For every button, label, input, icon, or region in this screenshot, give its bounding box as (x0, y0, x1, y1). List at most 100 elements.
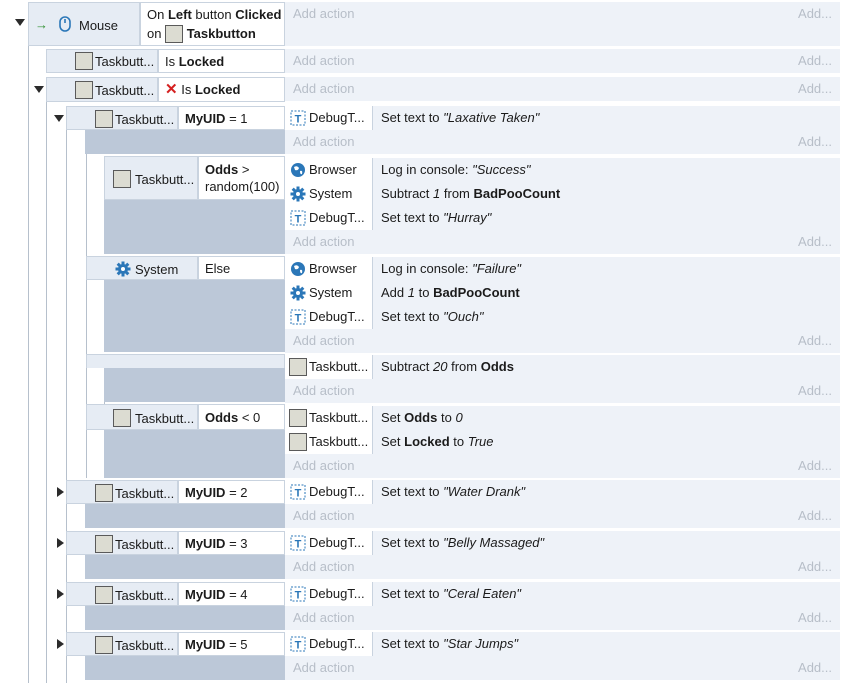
action-text[interactable]: Set text to "Belly Massaged" (381, 535, 544, 550)
action-object[interactable]: T DebugT... (285, 480, 373, 504)
expand-arrow[interactable] (54, 537, 66, 549)
event-blank[interactable]: Taskbutt... Subtract 20 from Odds Add ac… (86, 354, 840, 403)
condition-text[interactable]: MyUID = 4 (178, 582, 285, 606)
event-myuid-4[interactable]: Taskbutt... MyUID = 4 T DebugT... Set te… (66, 582, 840, 630)
event-is-not-locked[interactable]: Taskbutt... ✕ Is Locked Add action Add... (46, 77, 840, 102)
action-row[interactable]: System Add 1 to BadPooCount (285, 281, 840, 305)
action-object[interactable]: T DebugT... (285, 531, 373, 555)
condition-object[interactable]: System (86, 256, 198, 280)
add-action-row[interactable]: Add action Add... (285, 379, 840, 403)
condition-text[interactable]: Odds < 0 (198, 404, 285, 430)
action-row[interactable]: T DebugT... Set text to "Laxative Taken" (285, 106, 840, 130)
condition-object[interactable] (86, 354, 285, 368)
action-text[interactable]: Log in console: "Failure" (381, 261, 521, 276)
condition-object[interactable]: Taskbutt... (66, 582, 178, 606)
add-action-row[interactable]: Add action Add... (285, 329, 840, 353)
add-action-row[interactable]: Add action Add... (285, 49, 840, 73)
action-object[interactable]: Browser (285, 257, 373, 281)
add-action-more[interactable]: Add... (798, 6, 832, 21)
condition-text[interactable]: Odds > random(100) (198, 156, 285, 200)
add-action-link[interactable]: Add action (293, 134, 354, 149)
action-text[interactable]: Set text to "Star Jumps" (381, 636, 518, 651)
action-text[interactable]: Set text to "Ouch" (381, 309, 483, 324)
action-text[interactable]: Set text to "Water Drank" (381, 484, 525, 499)
action-text[interactable]: Log in console: "Success" (381, 162, 530, 177)
action-row[interactable]: Taskbutt... Set Odds to 0 (285, 406, 840, 430)
add-action-link[interactable]: Add action (293, 81, 354, 96)
event-is-locked[interactable]: Taskbutt... Is Locked Add action Add... (46, 49, 840, 73)
event-odds-greater-random[interactable]: Taskbutt... Odds > random(100) Browser L… (104, 156, 840, 254)
event-myuid-2[interactable]: Taskbutt... MyUID = 2 T DebugT... Set te… (66, 480, 840, 528)
action-row[interactable]: System Subtract 1 from BadPooCount (285, 182, 840, 206)
action-row[interactable]: Taskbutt... Set Locked to True (285, 430, 840, 454)
add-action-link[interactable]: Add action (293, 508, 354, 523)
action-object[interactable]: Taskbutt... (285, 406, 373, 430)
add-action-row[interactable]: Add action Add... (285, 2, 840, 26)
condition-object[interactable]: Taskbutt... (66, 531, 178, 555)
add-action-more[interactable]: Add... (798, 610, 832, 625)
collapse-arrow[interactable] (14, 16, 26, 28)
action-text[interactable]: Set text to "Hurray" (381, 210, 491, 225)
condition-text[interactable]: MyUID = 2 (178, 480, 285, 504)
add-action-more[interactable]: Add... (798, 660, 832, 675)
add-action-link[interactable]: Add action (293, 234, 354, 249)
event-else[interactable]: System Else Browser Log in console: "Fai… (86, 256, 840, 353)
condition-text[interactable]: MyUID = 5 (178, 632, 285, 656)
add-action-link[interactable]: Add action (293, 458, 354, 473)
collapse-arrow[interactable] (53, 112, 65, 124)
add-action-link[interactable]: Add action (293, 53, 354, 68)
condition-text[interactable]: MyUID = 1 (178, 106, 285, 130)
expand-arrow[interactable] (54, 486, 66, 498)
condition-text[interactable]: Else (198, 256, 285, 280)
add-action-more[interactable]: Add... (798, 53, 832, 68)
condition-object[interactable]: Taskbutt... (46, 77, 158, 102)
action-object[interactable]: T DebugT... (285, 632, 373, 656)
event-myuid-3[interactable]: Taskbutt... MyUID = 3 T DebugT... Set te… (66, 531, 840, 579)
condition-text[interactable]: MyUID = 3 (178, 531, 285, 555)
action-row[interactable]: Browser Log in console: "Success" (285, 158, 840, 182)
collapse-arrow[interactable] (33, 83, 45, 95)
event-odds-less-zero[interactable]: Taskbutt... Odds < 0 Taskbutt... Set Odd… (86, 404, 840, 478)
condition-object[interactable]: Taskbutt... (86, 404, 198, 430)
event-myuid-5[interactable]: Taskbutt... MyUID = 5 T DebugT... Set te… (66, 632, 840, 680)
event-mouse-clicked[interactable]: → Mouse On Left button Clicked on Taskbu… (28, 2, 840, 46)
add-action-link[interactable]: Add action (293, 610, 354, 625)
action-object[interactable]: System (285, 182, 373, 206)
condition-object[interactable]: Taskbutt... (66, 480, 178, 504)
action-row[interactable]: T DebugT... Set text to "Star Jumps" (285, 632, 840, 656)
event-myuid-1[interactable]: Taskbutt... MyUID = 1 T DebugT... Set te… (66, 106, 840, 154)
action-row[interactable]: Browser Log in console: "Failure" (285, 257, 840, 281)
condition-text[interactable]: On Left button Clicked on Taskbutton (140, 2, 285, 46)
add-action-link[interactable]: Add action (293, 383, 354, 398)
add-action-more[interactable]: Add... (798, 508, 832, 523)
condition-object[interactable]: → Mouse (28, 2, 140, 46)
action-row[interactable]: T DebugT... Set text to "Hurray" (285, 206, 840, 230)
add-action-row[interactable]: Add action Add... (285, 130, 840, 154)
add-action-link[interactable]: Add action (293, 6, 354, 21)
add-action-row[interactable]: Add action Add... (285, 454, 840, 478)
action-row[interactable]: T DebugT... Set text to "Ouch" (285, 305, 840, 329)
action-text[interactable]: Set Locked to True (381, 434, 493, 449)
action-text[interactable]: Set text to "Laxative Taken" (381, 110, 539, 125)
action-object[interactable]: T DebugT... (285, 106, 373, 130)
add-action-row[interactable]: Add action Add... (285, 77, 840, 101)
add-action-row[interactable]: Add action Add... (285, 230, 840, 254)
action-object[interactable]: T DebugT... (285, 582, 373, 606)
action-object[interactable]: Browser (285, 158, 373, 182)
action-object[interactable]: T DebugT... (285, 305, 373, 329)
condition-text[interactable]: ✕ Is Locked (158, 77, 285, 102)
action-object[interactable]: System (285, 281, 373, 305)
add-action-more[interactable]: Add... (798, 383, 832, 398)
action-row[interactable]: T DebugT... Set text to "Belly Massaged" (285, 531, 840, 555)
add-action-more[interactable]: Add... (798, 134, 832, 149)
action-text[interactable]: Subtract 1 from BadPooCount (381, 186, 560, 201)
expand-arrow[interactable] (54, 638, 66, 650)
action-text[interactable]: Set Odds to 0 (381, 410, 463, 425)
action-text[interactable]: Subtract 20 from Odds (381, 359, 514, 374)
add-action-row[interactable]: Add action Add... (285, 504, 840, 528)
add-action-row[interactable]: Add action Add... (285, 555, 840, 579)
action-row[interactable]: T DebugT... Set text to "Water Drank" (285, 480, 840, 504)
add-action-more[interactable]: Add... (798, 81, 832, 96)
action-object[interactable]: Taskbutt... (285, 430, 373, 454)
add-action-more[interactable]: Add... (798, 458, 832, 473)
